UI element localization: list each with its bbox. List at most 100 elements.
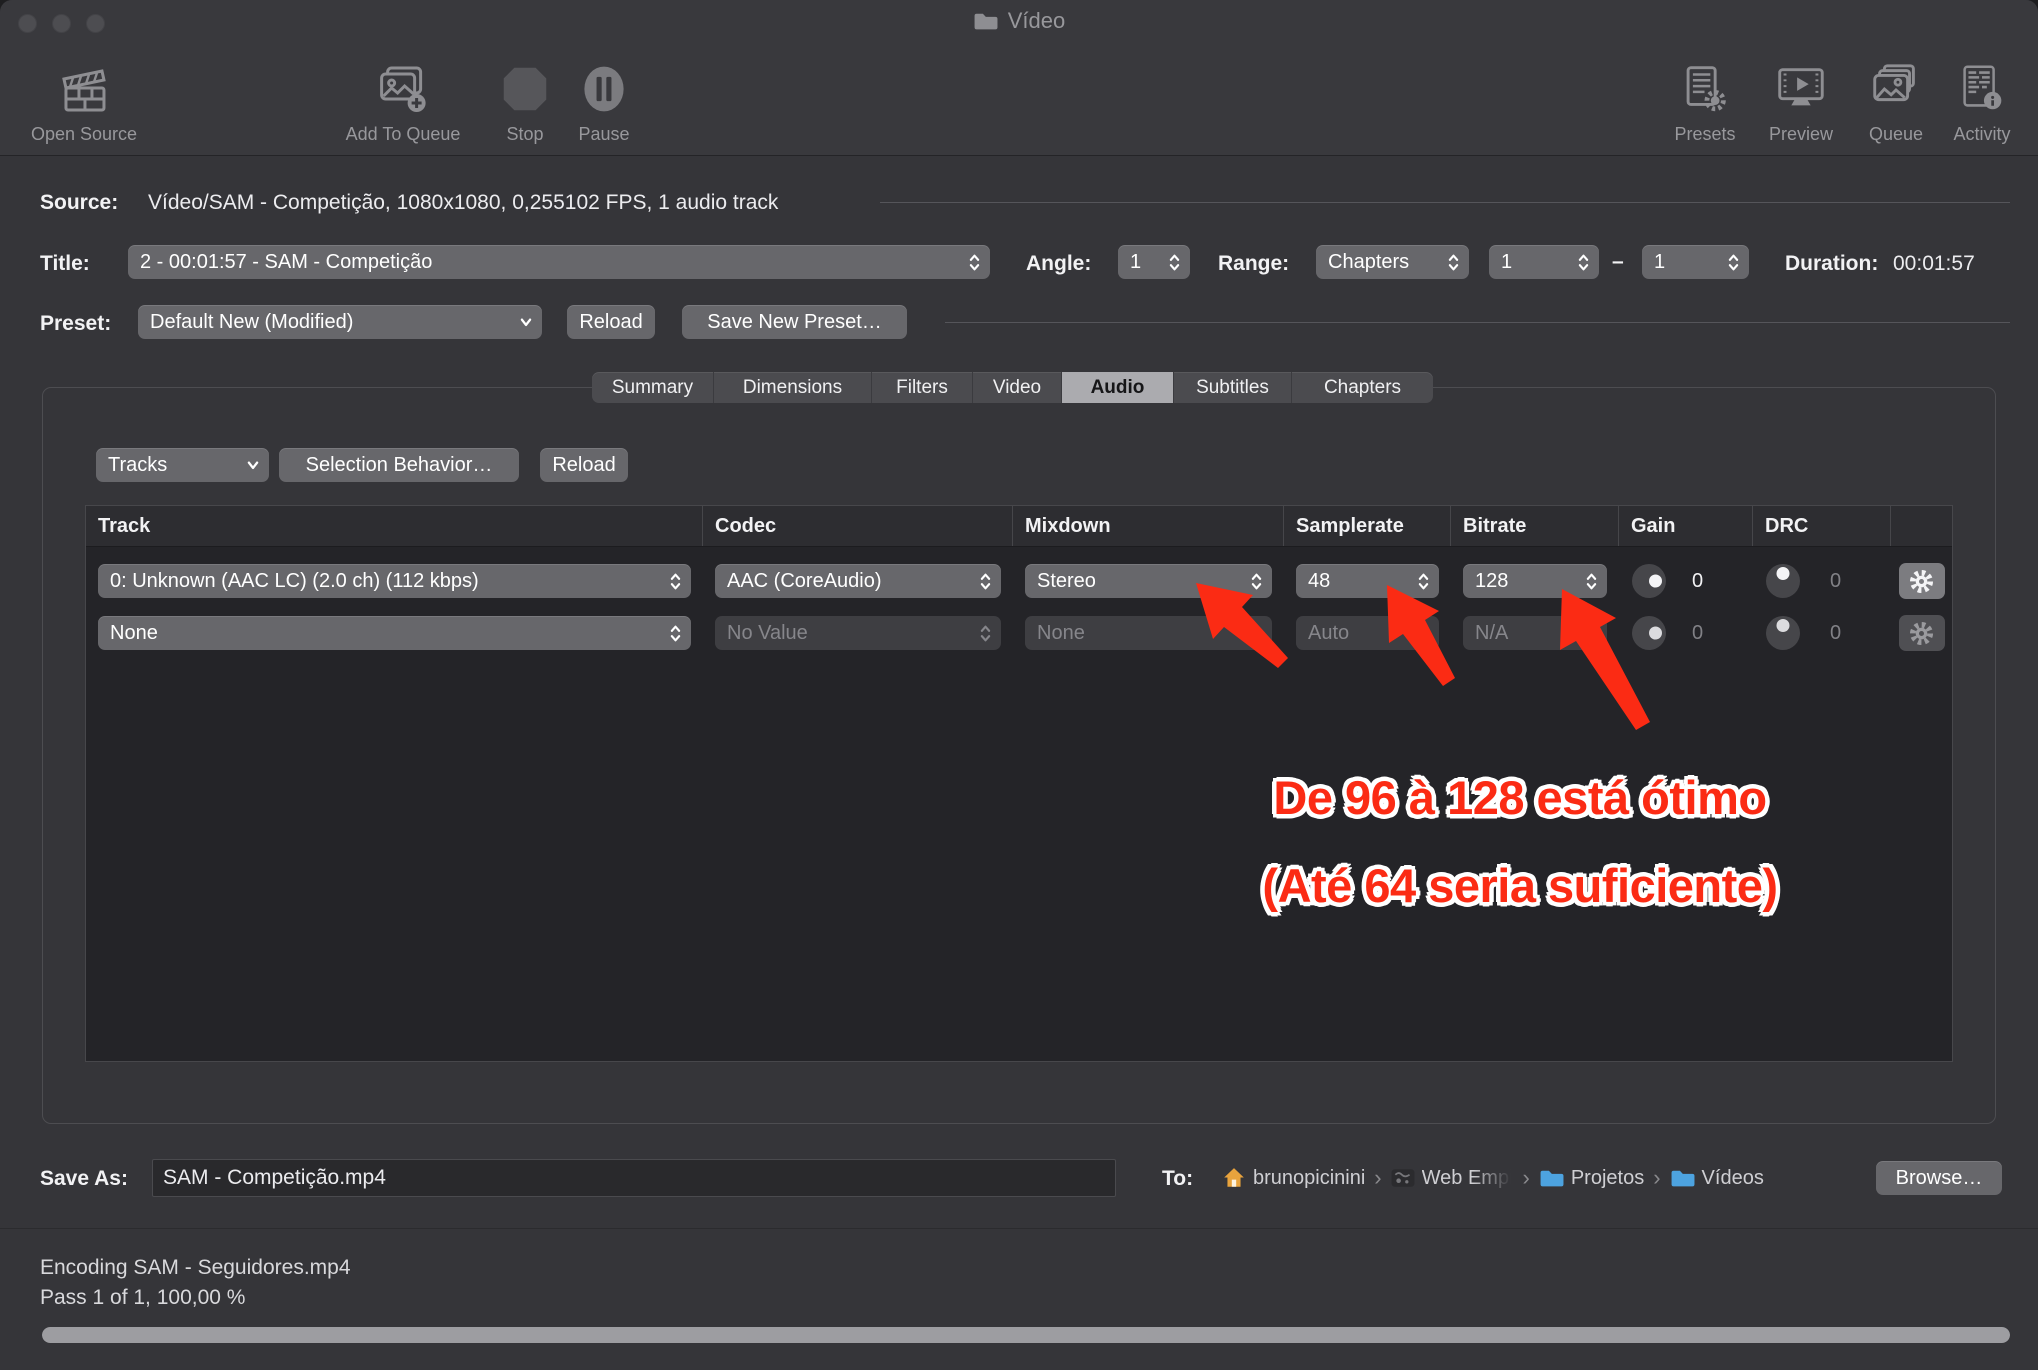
folder-icon xyxy=(1539,1168,1564,1189)
gear-icon xyxy=(1909,569,1934,594)
chevron-updown-icon xyxy=(968,252,981,273)
home-icon xyxy=(1222,1166,1246,1190)
queue-button[interactable]: Queue xyxy=(1867,50,1925,145)
preset-dropdown[interactable]: Default New (Modified) xyxy=(138,305,542,339)
tab-chapters[interactable]: Chapters xyxy=(1292,372,1433,403)
track-dropdown[interactable]: None xyxy=(98,616,691,650)
duration-label: Duration: xyxy=(1785,252,1878,276)
gear-icon xyxy=(1909,621,1934,646)
add-to-queue-icon xyxy=(373,50,433,118)
pause-button[interactable]: Pause xyxy=(576,50,632,145)
breadcrumb-item-videos[interactable]: Vídeos xyxy=(1670,1167,1764,1190)
window-title-group: Vídeo xyxy=(0,8,2038,34)
track-settings-button[interactable] xyxy=(1899,563,1945,599)
duration-value: 00:01:57 xyxy=(1893,252,1975,276)
presets-icon xyxy=(1676,50,1734,118)
chevron-updown-icon xyxy=(1577,252,1590,273)
reload-tracks-button[interactable]: Reload xyxy=(540,448,628,482)
range-label: Range: xyxy=(1218,252,1289,276)
web-folder-icon xyxy=(1391,1168,1415,1188)
browse-button[interactable]: Browse… xyxy=(1876,1161,2002,1195)
tab-video[interactable]: Video xyxy=(973,372,1062,403)
chevron-updown-icon xyxy=(1447,252,1460,273)
handbrake-window: Vídeo Open Source xyxy=(0,0,2038,1370)
queue-icon xyxy=(1867,50,1925,118)
activity-icon xyxy=(1953,50,2011,118)
tab-audio[interactable]: Audio xyxy=(1062,372,1174,403)
toolbar-label: Open Source xyxy=(31,124,137,145)
chevron-updown-icon xyxy=(669,623,682,644)
preset-label: Preset: xyxy=(40,312,111,336)
range-type-dropdown[interactable]: Chapters xyxy=(1316,245,1469,279)
column-header-codec: Codec xyxy=(703,506,1013,546)
activity-button[interactable]: Activity xyxy=(1953,50,2011,145)
column-header-gain: Gain xyxy=(1619,506,1753,546)
track-dropdown[interactable]: 0: Unknown (AAC LC) (2.0 ch) (112 kbps) xyxy=(98,564,691,598)
chevron-updown-icon xyxy=(979,571,992,592)
samplerate-dropdown: Auto xyxy=(1296,616,1439,650)
mixdown-dropdown: None xyxy=(1025,616,1272,650)
gain-value: 0 xyxy=(1692,622,1703,645)
stop-octagon-icon xyxy=(496,50,554,118)
tab-dimensions[interactable]: Dimensions xyxy=(714,372,872,403)
bitrate-dropdown[interactable]: 128 xyxy=(1463,564,1607,598)
chevron-updown-icon xyxy=(1727,252,1740,273)
breadcrumb-separator: › xyxy=(1653,1165,1660,1191)
settings-tabbar: Summary Dimensions Filters Video Audio S… xyxy=(592,372,1433,403)
toolbar-label: Activity xyxy=(1953,124,2010,145)
toolbar-label: Preview xyxy=(1769,124,1833,145)
chevron-down-icon xyxy=(246,458,260,472)
table-row: None No Value None Auto N/A 0 xyxy=(86,607,1952,659)
table-row: 0: Unknown (AAC LC) (2.0 ch) (112 kbps) … xyxy=(86,555,1952,607)
range-to-stepper[interactable]: 1 xyxy=(1642,245,1749,279)
gain-knob[interactable] xyxy=(1632,564,1666,598)
preview-button[interactable]: Preview xyxy=(1769,50,1833,145)
drc-value: 0 xyxy=(1830,622,1841,645)
progress-fill xyxy=(42,1327,2010,1343)
source-value: Vídeo/SAM - Competição, 1080x1080, 0,255… xyxy=(148,191,778,215)
drc-knob[interactable] xyxy=(1766,564,1800,598)
samplerate-dropdown[interactable]: 48 xyxy=(1296,564,1439,598)
drc-knob[interactable] xyxy=(1766,616,1800,650)
range-from-stepper[interactable]: 1 xyxy=(1489,245,1599,279)
pass-status: Pass 1 of 1, 100,00 % xyxy=(40,1286,245,1310)
tab-summary[interactable]: Summary xyxy=(592,372,714,403)
save-as-input[interactable] xyxy=(152,1159,1116,1197)
codec-dropdown[interactable]: AAC (CoreAudio) xyxy=(715,564,1001,598)
column-header-samplerate: Samplerate xyxy=(1284,506,1451,546)
reload-preset-button[interactable]: Reload xyxy=(567,305,655,339)
breadcrumb-separator: › xyxy=(1374,1165,1381,1191)
add-to-queue-button[interactable]: Add To Queue xyxy=(346,50,461,145)
title-dropdown[interactable]: 2 - 00:01:57 - SAM - Competição xyxy=(128,245,990,279)
breadcrumb-item-home[interactable]: brunopicinini xyxy=(1222,1166,1365,1190)
range-dash: – xyxy=(1612,250,1624,274)
divider xyxy=(880,202,2010,203)
stop-button[interactable]: Stop xyxy=(496,50,554,145)
open-source-button[interactable]: Open Source xyxy=(31,50,137,145)
presets-button[interactable]: Presets xyxy=(1674,50,1735,145)
save-new-preset-button[interactable]: Save New Preset… xyxy=(682,305,907,339)
encode-progress-bar xyxy=(42,1327,2010,1343)
angle-dropdown[interactable]: 1 xyxy=(1118,245,1190,279)
tab-subtitles[interactable]: Subtitles xyxy=(1174,372,1292,403)
mixdown-dropdown[interactable]: Stereo xyxy=(1025,564,1272,598)
track-settings-button[interactable] xyxy=(1899,615,1945,651)
selection-behavior-button[interactable]: Selection Behavior… xyxy=(279,448,519,482)
column-header-drc: DRC xyxy=(1753,506,1891,546)
source-label: Source: xyxy=(40,191,118,215)
divider xyxy=(0,1228,2038,1229)
tab-filters[interactable]: Filters xyxy=(872,372,973,403)
to-label: To: xyxy=(1162,1167,1193,1191)
column-header-settings xyxy=(1891,506,1952,546)
toolbar-label: Pause xyxy=(578,124,629,145)
chevron-down-icon xyxy=(519,315,533,329)
tracks-dropdown[interactable]: Tracks xyxy=(96,448,269,482)
gain-knob[interactable] xyxy=(1632,616,1666,650)
chevron-updown-icon xyxy=(1168,252,1181,273)
destination-breadcrumb: brunopicinini › Web Empi › Projetos › Ví… xyxy=(1222,1159,1764,1197)
breadcrumb-item-projetos[interactable]: Projetos xyxy=(1539,1167,1644,1190)
chevron-updown-icon xyxy=(669,571,682,592)
breadcrumb-item-web-empire[interactable]: Web Empi xyxy=(1391,1167,1514,1190)
chevron-updown-icon xyxy=(1585,623,1598,644)
window-title: Vídeo xyxy=(1008,8,1066,34)
